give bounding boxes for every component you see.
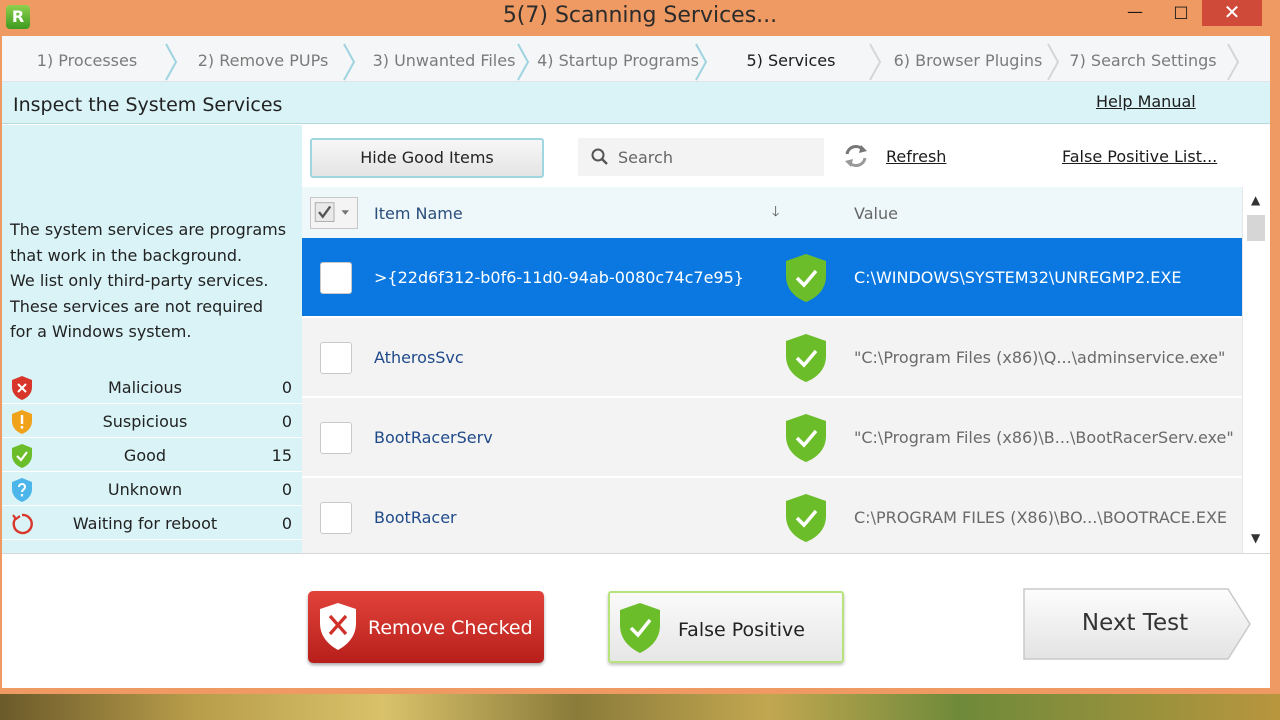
row-checkbox[interactable] (320, 342, 352, 374)
refresh-link[interactable]: Refresh (886, 147, 946, 166)
stat-count: 0 (281, 412, 292, 431)
table-row[interactable]: BootRacerServ "C:\Program Files (x86)\B.… (302, 398, 1242, 478)
refresh-icon[interactable] (842, 142, 870, 170)
stat-row-unknown: Unknown 0 (2, 473, 302, 506)
step-chevron-icon (164, 42, 178, 82)
good-shield-icon (12, 444, 32, 468)
description-line: We list only third-party services. (10, 271, 269, 290)
row-item-name: AtherosSvc (374, 348, 464, 367)
stat-count: 15 (271, 446, 292, 465)
remove-checked-label: Remove Checked (368, 617, 533, 639)
stat-row-good: Good 15 (2, 439, 302, 472)
stat-count: 0 (281, 480, 292, 499)
search-icon (591, 148, 608, 165)
step-unwanted-files[interactable]: 3) Unwanted Files (358, 36, 530, 82)
footer-divider (2, 553, 1270, 554)
column-value[interactable]: Value (854, 204, 898, 223)
description-line: that work in the background. (10, 245, 243, 265)
app-window: R 5(7) Scanning Services... — □ ✕ 1) Pro… (0, 0, 1280, 694)
stat-label: Good (123, 446, 167, 465)
malicious-shield-icon (12, 376, 32, 400)
title-bar: R 5(7) Scanning Services... — □ ✕ (0, 0, 1280, 36)
step-remove-pups[interactable]: 2) Remove PUPs (182, 36, 344, 82)
stat-row-reboot: Waiting for reboot 0 (2, 507, 302, 540)
unknown-shield-icon (12, 478, 32, 502)
sort-arrow-icon[interactable]: 🡓 (772, 201, 779, 225)
step-startup-programs[interactable]: 4) Startup Programs (530, 36, 706, 82)
stat-row-malicious: Malicious 0 (2, 371, 302, 404)
step-browser-plugins[interactable]: 6) Browser Plugins (882, 36, 1054, 82)
close-button[interactable]: ✕ (1202, 0, 1262, 26)
row-checkbox[interactable] (320, 262, 352, 294)
false-positive-label: False Positive (678, 619, 805, 641)
false-positive-button[interactable]: False Positive (608, 591, 844, 663)
table-row[interactable]: BootRacer C:\PROGRAM FILES (X86)\BO...\B… (302, 478, 1242, 553)
services-table: Item Name 🡓 Value >{22d6f312-b0f6-11d0-9… (302, 187, 1242, 553)
row-value: "C:\Program Files (x86)\B...\BootRacerSe… (854, 428, 1234, 447)
list-toolbar: Hide Good Items Refresh False Positive L… (302, 125, 1270, 187)
row-checkbox[interactable] (320, 502, 352, 534)
step-search-settings[interactable]: 7) Search Settings (1056, 36, 1230, 82)
good-shield-icon (786, 414, 826, 462)
services-description: The system services are programs that wo… (10, 217, 296, 345)
vertical-scrollbar[interactable]: ▲ ▼ (1242, 187, 1270, 553)
good-shield-icon (786, 334, 826, 382)
step-chevron-icon (342, 42, 356, 82)
window-title: 5(7) Scanning Services... (502, 3, 778, 28)
next-test-label: Next Test (1081, 610, 1189, 636)
stat-label: Malicious (107, 378, 182, 397)
scroll-down-icon[interactable]: ▼ (1251, 531, 1260, 545)
checkbox-checked-icon (314, 202, 349, 222)
search-input[interactable] (618, 145, 814, 169)
row-value: "C:\Program Files (x86)\Q...\adminservic… (854, 348, 1226, 367)
row-item-name: >{22d6f312-b0f6-11d0-94ab-0080c74c7e95} (374, 268, 744, 287)
row-item-name: BootRacerServ (374, 428, 493, 447)
reboot-icon (12, 513, 33, 535)
stat-row-suspicious: Suspicious 0 (2, 405, 302, 438)
suspicious-shield-icon (12, 410, 32, 434)
select-all-checkbox[interactable] (310, 197, 358, 229)
table-row[interactable]: AtherosSvc "C:\Program Files (x86)\Q...\… (302, 318, 1242, 398)
good-shield-icon (786, 254, 826, 302)
row-item-name: BootRacer (374, 508, 457, 527)
maximize-button[interactable]: □ (1158, 0, 1204, 26)
row-value: C:\PROGRAM FILES (X86)\BO...\BOOTRACE.EX… (854, 508, 1228, 527)
desktop-wallpaper (0, 694, 1280, 720)
next-test-button[interactable]: Next Test (1020, 586, 1254, 662)
section-header: Inspect the System Services Help Manual (2, 82, 1270, 124)
remove-shield-icon (320, 603, 356, 650)
step-chevron-icon (868, 42, 882, 82)
scroll-up-icon[interactable]: ▲ (1251, 193, 1260, 207)
minimize-button[interactable]: — (1112, 0, 1158, 26)
table-header: Item Name 🡓 Value (302, 187, 1242, 238)
false-positive-list-link[interactable]: False Positive List... (1062, 147, 1217, 166)
page-title: Inspect the System Services (13, 94, 283, 116)
row-value: C:\WINDOWS\SYSTEM32\UNREGMP2.EXE (854, 268, 1182, 287)
summary-pane: The system services are programs that wo… (2, 125, 302, 553)
table-row[interactable]: >{22d6f312-b0f6-11d0-94ab-0080c74c7e95} … (302, 238, 1242, 318)
help-manual-link[interactable]: Help Manual (1096, 92, 1196, 111)
step-services[interactable]: 5) Services (706, 36, 876, 82)
column-item-name[interactable]: Item Name (374, 204, 463, 223)
good-shield-icon (786, 494, 826, 542)
scroll-thumb[interactable] (1247, 215, 1265, 241)
client-area: 1) Processes 2) Remove PUPs 3) Unwanted … (2, 36, 1270, 688)
description-line: for a Windows system. (10, 322, 192, 341)
search-box[interactable] (578, 138, 824, 176)
stat-count: 0 (281, 378, 292, 397)
step-processes[interactable]: 1) Processes (2, 36, 172, 82)
good-shield-icon (620, 603, 660, 653)
stat-label: Unknown (107, 480, 183, 499)
stat-label: Suspicious (102, 412, 188, 431)
wizard-steps: 1) Processes 2) Remove PUPs 3) Unwanted … (2, 36, 1270, 82)
step-chevron-icon (516, 42, 530, 82)
description-line: The system services are programs (10, 220, 287, 239)
remove-checked-button[interactable]: Remove Checked (308, 591, 544, 663)
step-chevron-icon (1226, 42, 1240, 82)
description-line: These services are not required (10, 296, 264, 316)
stat-label: Waiting for reboot (72, 514, 218, 533)
stat-count: 0 (281, 514, 292, 533)
row-checkbox[interactable] (320, 422, 352, 454)
hide-good-items-button[interactable]: Hide Good Items (310, 138, 544, 178)
